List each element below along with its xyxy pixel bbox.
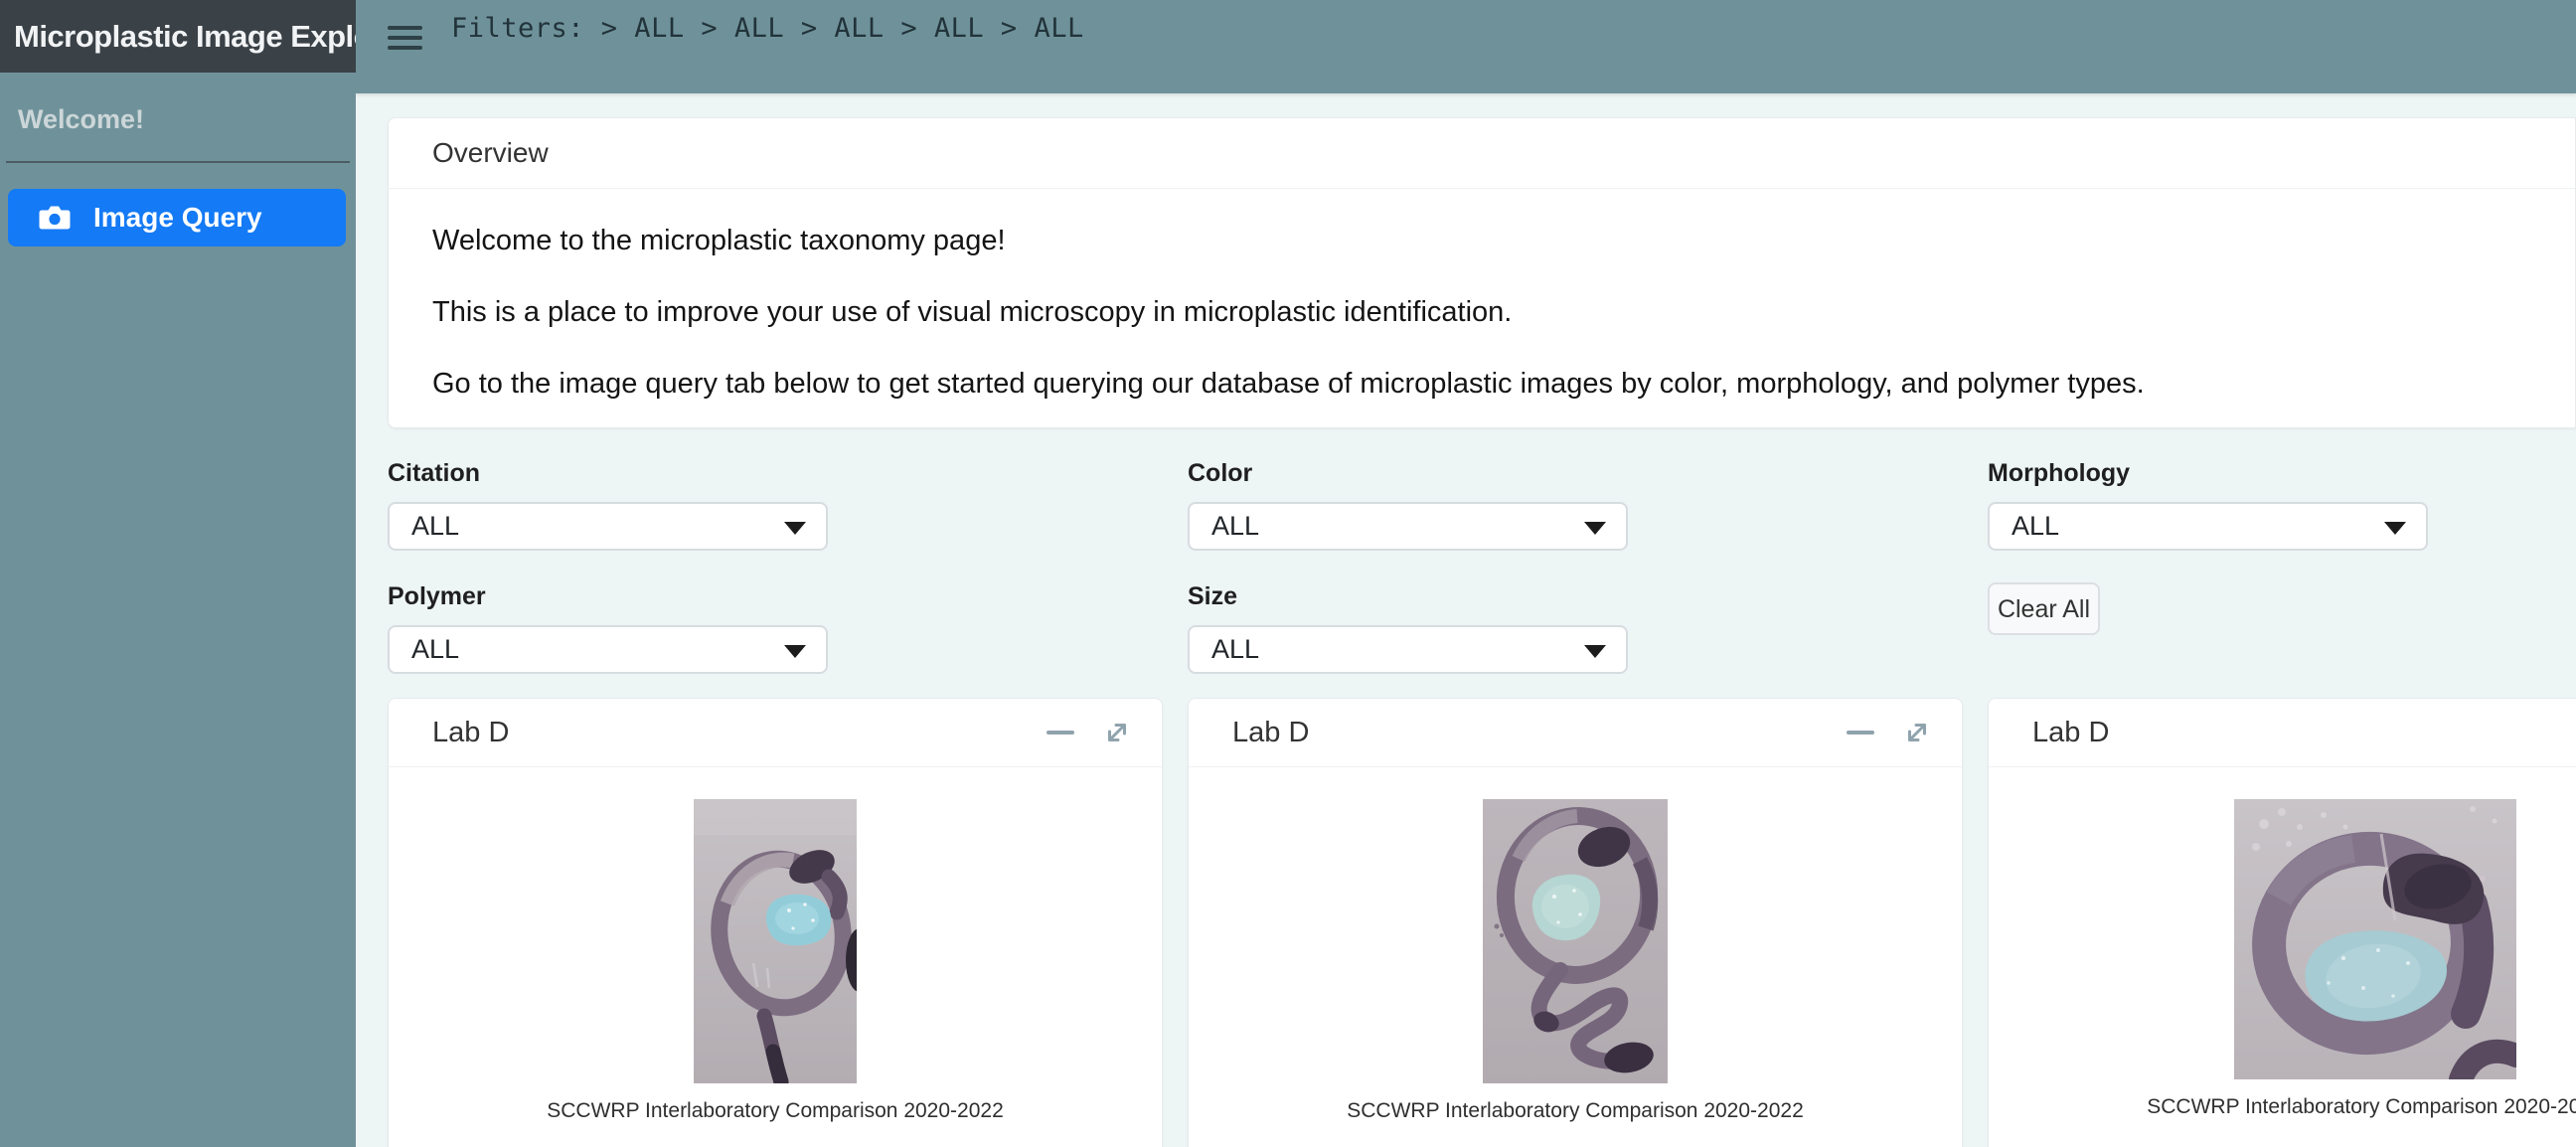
- caret-down-icon: [1584, 522, 1606, 535]
- filter-column-1: Citation ALL Polymer ALL: [388, 459, 1163, 706]
- morphology-label: Morphology: [1988, 459, 2576, 488]
- sidebar-item-image-query[interactable]: Image Query: [8, 189, 346, 246]
- filters-breadcrumb: Filters: > ALL > ALL > ALL > ALL > ALL: [451, 13, 1084, 44]
- sidebar-divider: [6, 161, 350, 163]
- microplastic-photo: [694, 799, 857, 1083]
- lab-card-3: Lab D: [1988, 698, 2576, 1147]
- image-caption: SCCWRP Interlaboratory Comparison 2020-2…: [1989, 1095, 2576, 1119]
- polymer-label: Polymer: [388, 582, 1163, 611]
- lab-card-2: Lab D: [1188, 698, 1963, 1147]
- topbar: Filters: > ALL > ALL > ALL > ALL > ALL: [356, 0, 2576, 93]
- overview-paragraph: Go to the image query tab below to get s…: [432, 368, 2531, 400]
- size-select[interactable]: ALL: [1188, 625, 1628, 674]
- overview-body: Welcome to the microplastic taxonomy pag…: [389, 189, 2575, 427]
- color-select[interactable]: ALL: [1188, 502, 1628, 551]
- polymer-select[interactable]: ALL: [388, 625, 828, 674]
- filter-column-2: Color ALL Size ALL: [1188, 459, 1963, 706]
- lab-card-1: Lab D: [388, 698, 1163, 1147]
- card-body: SCCWRP Interlaboratory Comparison 2020-2…: [1989, 767, 2576, 1119]
- morphology-select[interactable]: ALL: [1988, 502, 2428, 551]
- microplastic-photo: [2234, 799, 2516, 1079]
- overview-paragraph: Welcome to the microplastic taxonomy pag…: [432, 225, 2531, 256]
- overview-title: Overview: [389, 118, 2575, 189]
- hamburger-icon[interactable]: [388, 26, 422, 56]
- citation-select[interactable]: ALL: [388, 502, 828, 551]
- citation-select-value: ALL: [411, 511, 459, 542]
- app-title: Microplastic Image Explorer: [0, 0, 356, 73]
- caret-down-icon: [784, 645, 806, 658]
- citation-label: Citation: [388, 459, 1163, 488]
- overview-paragraph: This is a place to improve your use of v…: [432, 296, 2531, 328]
- image-caption: SCCWRP Interlaboratory Comparison 2020-2…: [389, 1099, 1162, 1123]
- filter-controls: Citation ALL Polymer ALL Color ALL: [388, 459, 2576, 706]
- morphology-select-value: ALL: [2012, 511, 2059, 542]
- main-content: Overview Welcome to the microplastic tax…: [356, 93, 2576, 1147]
- card-header: Lab D: [1989, 699, 2576, 767]
- caret-down-icon: [1584, 645, 1606, 658]
- card-title: Lab D: [1232, 717, 1309, 749]
- card-header: Lab D: [1189, 699, 1962, 767]
- image-caption: SCCWRP Interlaboratory Comparison 2020-2…: [1189, 1099, 1962, 1123]
- clear-all-button[interactable]: Clear All: [1988, 582, 2100, 635]
- sidebar: Microplastic Image Explorer Welcome! Ima…: [0, 0, 356, 1147]
- card-body: SCCWRP Interlaboratory Comparison 2020-2…: [1189, 767, 1962, 1123]
- size-select-value: ALL: [1211, 634, 1259, 665]
- card-title: Lab D: [432, 717, 509, 749]
- color-label: Color: [1188, 459, 1963, 488]
- expand-arrows-icon[interactable]: [1902, 718, 1932, 747]
- camera-icon: [38, 204, 72, 232]
- polymer-select-value: ALL: [411, 634, 459, 665]
- card-title: Lab D: [2032, 717, 2109, 749]
- color-select-value: ALL: [1211, 511, 1259, 542]
- filter-column-3: Morphology ALL Clear All: [1988, 459, 2576, 706]
- image-result-cards: Lab D: [388, 698, 2576, 1147]
- card-header: Lab D: [389, 699, 1162, 767]
- minus-icon[interactable]: [1046, 731, 1074, 735]
- expand-arrows-icon[interactable]: [1102, 718, 1132, 747]
- minus-icon[interactable]: [1847, 731, 1874, 735]
- sidebar-welcome-label: Welcome!: [18, 104, 356, 135]
- overview-box: Overview Welcome to the microplastic tax…: [388, 117, 2576, 428]
- microplastic-photo: [1483, 799, 1668, 1083]
- caret-down-icon: [784, 522, 806, 535]
- sidebar-item-label: Image Query: [93, 202, 262, 234]
- caret-down-icon: [2384, 522, 2406, 535]
- size-label: Size: [1188, 582, 1963, 611]
- card-body: SCCWRP Interlaboratory Comparison 2020-2…: [389, 767, 1162, 1123]
